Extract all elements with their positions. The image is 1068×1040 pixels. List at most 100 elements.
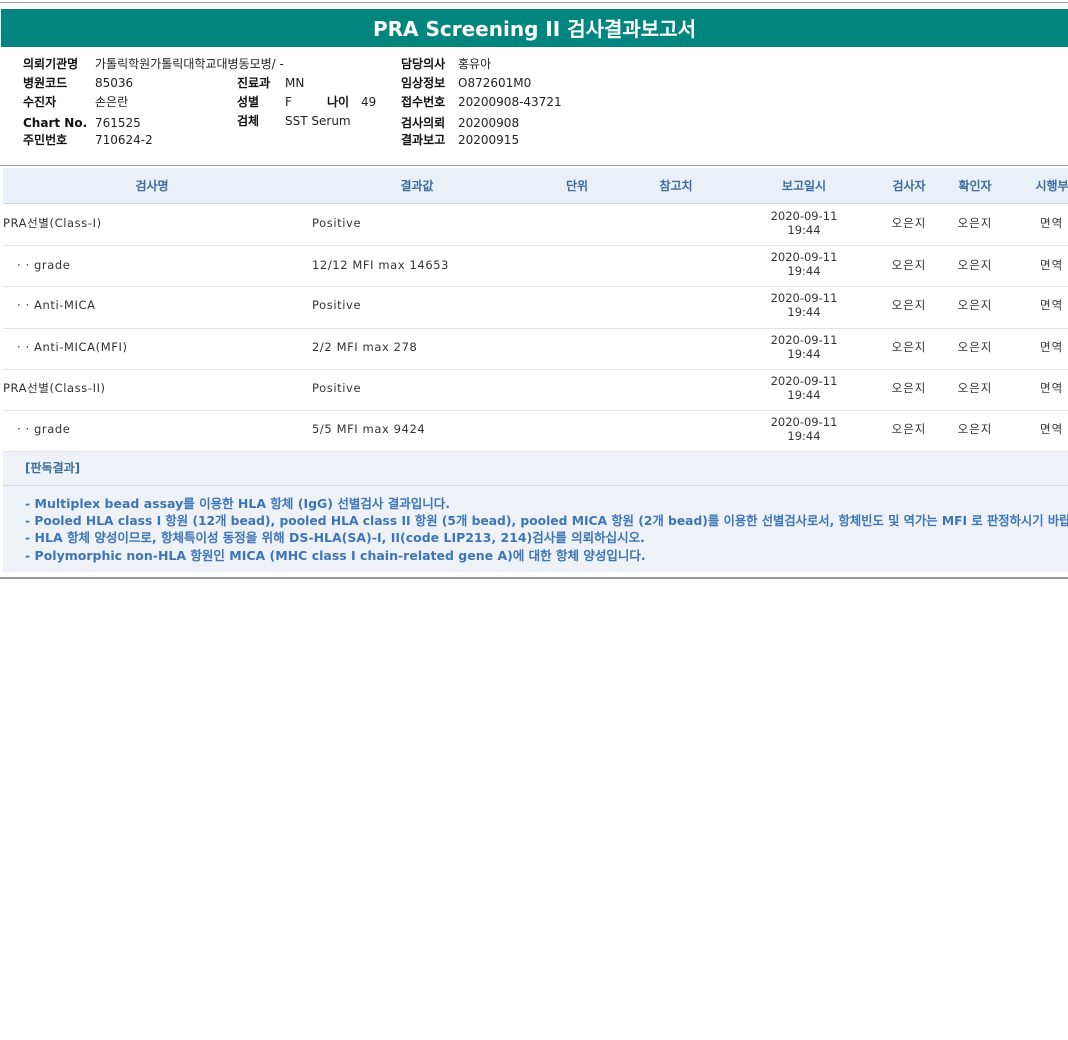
table-row[interactable]: PRA선별(Class-I) Positive 2020-09-11 19:44 … xyxy=(3,204,1068,246)
request-date-label: 검사의뢰 xyxy=(401,116,446,130)
specimen-value: SST Serum xyxy=(285,114,351,128)
hospital-code-value: 85036 xyxy=(95,76,134,90)
row-tester: 오은지 xyxy=(891,340,927,354)
column-header-result[interactable]: 결과값 xyxy=(400,168,433,204)
resident-no-label: 주민번호 xyxy=(23,133,68,147)
patient-label: 수진자 xyxy=(23,95,57,109)
row-test-name: · · Anti-MICA(MFI) xyxy=(17,340,128,354)
table-row[interactable]: PRA선별(Class-II) Positive 2020-09-11 19:44… xyxy=(3,369,1068,411)
report-date-value: 20200915 xyxy=(458,133,520,147)
column-header-tester[interactable]: 검사자 xyxy=(892,168,925,204)
row-confirmer: 오은지 xyxy=(957,258,993,272)
patient-value: 손은란 xyxy=(95,95,129,109)
age-field: 나이 49 xyxy=(327,95,376,109)
row-report-date: 2020-09-11 xyxy=(770,291,838,305)
row-report-date: 2020-09-11 xyxy=(770,333,838,347)
hospital-code-field: 병원코드 85036 xyxy=(23,76,133,90)
report-date-label: 결과보고 xyxy=(401,133,446,147)
row-report-clock: 19:44 xyxy=(787,264,821,278)
row-result-value: Positive xyxy=(312,298,362,312)
row-confirmer: 오은지 xyxy=(957,216,993,230)
column-header-department[interactable]: 시행부 xyxy=(1035,168,1068,204)
resident-no-value: 710624-2 xyxy=(95,133,153,147)
receipt-no-value: 20200908-43721 xyxy=(458,95,562,109)
row-report-time: 2020-09-11 19:44 xyxy=(759,209,849,237)
specimen-label: 검체 xyxy=(237,114,260,128)
doctor-field: 담당의사 홍유아 xyxy=(401,57,491,71)
specimen-field: 검체 SST Serum xyxy=(237,114,351,128)
row-confirmer: 오은지 xyxy=(957,381,993,395)
row-result-value: 5/5 MFI max 9424 xyxy=(312,422,426,436)
bottom-divider xyxy=(0,577,1068,579)
sex-field: 성별 F xyxy=(237,95,292,109)
report-date-field: 결과보고 20200915 xyxy=(401,133,519,147)
table-row[interactable]: · · Anti-MICA Positive 2020-09-11 19:44 오… xyxy=(3,287,1068,329)
interpretation-line: - Pooled HLA class I 항원 (12개 bead), pool… xyxy=(25,514,1068,528)
row-department: 면역 xyxy=(1040,340,1064,354)
clinical-info-value: O872601M0 xyxy=(458,76,532,90)
row-report-time: 2020-09-11 19:44 xyxy=(759,250,849,278)
row-test-name: · · grade xyxy=(17,422,71,436)
department-value: MN xyxy=(285,76,305,90)
row-report-time: 2020-09-11 19:44 xyxy=(759,415,849,443)
sex-value: F xyxy=(285,95,292,109)
doctor-label: 담당의사 xyxy=(401,57,446,71)
doctor-value: 홍유아 xyxy=(458,57,492,71)
row-report-time: 2020-09-11 19:44 xyxy=(759,291,849,319)
clinical-info-label: 임상정보 xyxy=(401,76,446,90)
row-result-value: Positive xyxy=(312,381,362,395)
interpretation-title: [판독결과] xyxy=(25,461,81,475)
row-report-date: 2020-09-11 xyxy=(770,250,838,264)
table-row[interactable]: · · grade 5/5 MFI max 9424 2020-09-11 19:… xyxy=(3,410,1068,452)
chart-no-field: Chart No. 761525 xyxy=(23,116,141,130)
row-department: 면역 xyxy=(1040,298,1064,312)
interpretation-line: - Multiplex bead assay를 이용한 HLA 항체 (IgG)… xyxy=(25,496,450,511)
row-tester: 오은지 xyxy=(891,381,927,395)
chart-no-value: 761525 xyxy=(95,116,141,130)
row-test-name: · · grade xyxy=(17,258,71,272)
row-tester: 오은지 xyxy=(891,216,927,230)
department-label: 진료과 xyxy=(237,76,271,90)
institution-value: 가톨릭학원가톨릭대학교대병동모병/ - xyxy=(95,57,284,71)
row-department: 면역 xyxy=(1040,381,1064,395)
report-title: PRA Screening II 검사결과보고서 xyxy=(1,9,1068,47)
row-report-date: 2020-09-11 xyxy=(770,374,838,388)
institution-label: 의뢰기관명 xyxy=(23,57,79,71)
row-department: 면역 xyxy=(1040,258,1064,272)
row-report-date: 2020-09-11 xyxy=(770,415,838,429)
top-divider xyxy=(0,2,1068,3)
request-date-field: 검사의뢰 20200908 xyxy=(401,116,519,130)
section-divider xyxy=(0,165,1068,166)
row-report-clock: 19:44 xyxy=(787,305,821,319)
row-report-clock: 19:44 xyxy=(787,223,821,237)
row-confirmer: 오은지 xyxy=(957,340,993,354)
column-header-name[interactable]: 검사명 xyxy=(135,168,168,204)
table-row[interactable]: · · grade 12/12 MFI max 14653 2020-09-11… xyxy=(3,245,1068,287)
chart-no-label: Chart No. xyxy=(23,116,88,130)
row-department: 면역 xyxy=(1040,216,1064,230)
row-report-clock: 19:44 xyxy=(787,388,821,402)
row-test-name: PRA선별(Class-I) xyxy=(3,216,102,230)
column-header-reference[interactable]: 참고치 xyxy=(659,168,692,204)
request-date-value: 20200908 xyxy=(458,116,520,130)
row-report-clock: 19:44 xyxy=(787,429,821,443)
column-header-report-time[interactable]: 보고일시 xyxy=(782,168,826,204)
row-confirmer: 오은지 xyxy=(957,298,993,312)
column-header-confirmer[interactable]: 확인자 xyxy=(958,168,991,204)
hospital-code-label: 병원코드 xyxy=(23,76,68,90)
resident-no-field: 주민번호 710624-2 xyxy=(23,133,153,147)
results-table-header: 검사명 결과값 단위 참고치 보고일시 검사자 확인자 시행부 xyxy=(3,168,1068,204)
row-department: 면역 xyxy=(1040,422,1064,436)
clinical-info-field: 임상정보 O872601M0 xyxy=(401,76,531,90)
sex-label: 성별 xyxy=(237,95,260,109)
patient-field: 수진자 손은란 xyxy=(23,95,128,109)
row-result-value: 12/12 MFI max 14653 xyxy=(312,258,450,272)
row-report-time: 2020-09-11 19:44 xyxy=(759,374,849,402)
column-header-unit[interactable]: 단위 xyxy=(566,168,588,204)
department-field: 진료과 MN xyxy=(237,76,304,90)
row-tester: 오은지 xyxy=(891,422,927,436)
table-row[interactable]: · · Anti-MICA(MFI) 2/2 MFI max 278 2020-… xyxy=(3,328,1068,370)
row-report-date: 2020-09-11 xyxy=(770,209,838,223)
row-result-value: Positive xyxy=(312,216,362,230)
row-tester: 오은지 xyxy=(891,258,927,272)
